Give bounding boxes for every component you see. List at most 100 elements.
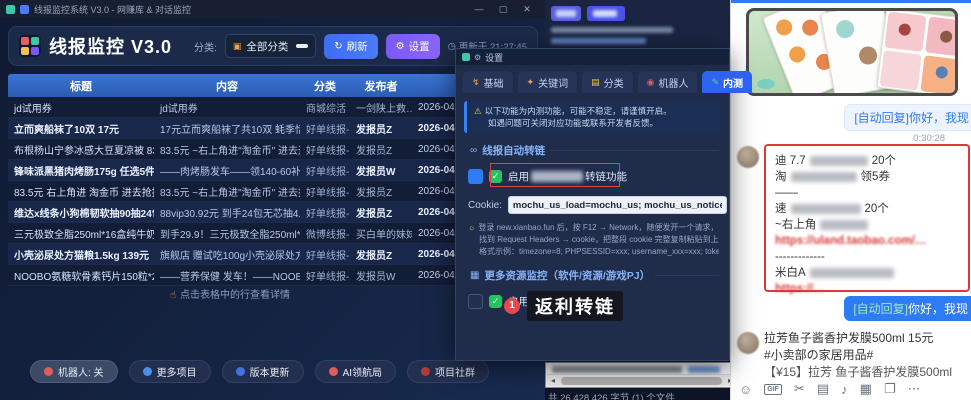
image-icon[interactable]: ▦	[860, 381, 872, 397]
table-hint: ☝点击表格中的行查看详情	[0, 286, 460, 301]
cell-title: jd试用券	[8, 100, 154, 115]
cell-publisher: 买白单的妹妹	[350, 226, 412, 241]
category-dropdown[interactable]: ▣ 全部分类	[225, 34, 316, 58]
blurred-text	[791, 172, 857, 182]
bulb-icon: ☼	[468, 223, 475, 232]
cell-category: 好单线报-…	[300, 163, 350, 178]
dialog-titlebar: ⚙ 设置	[456, 49, 729, 65]
cell-category: 好单线报-…	[300, 184, 350, 199]
beta-warning-box: ⚠以下功能为内测功能，可能不稳定，请谨慎开启。 如遇问题可关闭对应功能或联系开发…	[464, 101, 721, 133]
refresh-label: 刷新	[347, 39, 368, 54]
background-button[interactable]	[587, 6, 625, 21]
screen: 线报监控系统 V3.0 - 网赚库 & 对话监控 — ▢ ✕ 线报监控 V3.0…	[0, 0, 971, 400]
scrollbar-thumb[interactable]	[561, 377, 722, 385]
app-icon	[6, 5, 15, 14]
taobao-link[interactable]: https://uland.taobao.com/…	[775, 233, 959, 249]
robot-icon: ◉	[647, 77, 655, 88]
cell-title: 锋味派黑猪肉烤肠175g 任选5件…	[8, 163, 154, 178]
file-folder-icon[interactable]: ▤	[817, 381, 829, 397]
avatar[interactable]	[737, 332, 759, 354]
ai-pilot-button[interactable]: AI领航局	[315, 360, 396, 383]
section-rebate-link: ∞ 线报自动转链	[470, 143, 719, 158]
cell-content: 到手29.9！三元极致全脂250ml*16…	[154, 226, 300, 241]
cookie-input[interactable]	[508, 196, 727, 214]
app-title: 线报监控 V3.0	[49, 33, 172, 59]
tab-basic[interactable]: ↯基础	[463, 71, 513, 93]
cookie-label: Cookie:	[468, 200, 502, 211]
close-button[interactable]: ✕	[515, 4, 539, 15]
cell-title: 立而爽船袜了10双 17元	[8, 121, 154, 136]
tab-category[interactable]: ▤分类	[582, 71, 633, 93]
refresh-button[interactable]: ↻ 刷新	[324, 34, 377, 59]
rebate-toggle-row[interactable]: ✓ 启用 转链功能	[468, 166, 719, 186]
badge-icon	[421, 367, 430, 376]
cell-category: 好单线报-…	[300, 268, 350, 283]
robot-icon	[329, 367, 338, 376]
refresh-icon: ↻	[334, 41, 342, 52]
cell-category: 好单线报-…	[300, 205, 350, 220]
project-community-button[interactable]: 项目社群	[407, 360, 489, 383]
horizontal-scrollbar[interactable]: ◂ ▸	[547, 374, 736, 386]
minimize-button[interactable]: —	[467, 4, 491, 15]
tab-keywords[interactable]: ✦关键词	[518, 71, 578, 93]
cell-content: 88vip30.92元 到手24包无芯抽4.48…	[154, 205, 300, 220]
col-title: 标题	[8, 78, 154, 94]
pointing-hand-icon: ☝	[170, 290, 176, 301]
cell-category: 商城综活	[300, 100, 350, 115]
more-projects-button[interactable]: 更多项目	[129, 360, 211, 383]
more-icon[interactable]: ⋯	[908, 381, 921, 397]
checkbox-unchecked[interactable]	[468, 294, 483, 309]
tab-beta[interactable]: ✎内测	[702, 71, 752, 93]
blurred-text	[820, 220, 868, 230]
link-icon: ∞	[470, 145, 477, 156]
cell-title: 83.5元 右上角进 淘金币 进去抢拍 有…	[8, 184, 154, 199]
voice-icon[interactable]: ♪	[841, 382, 848, 397]
cell-publisher: 发报员W	[350, 163, 412, 178]
tag-icon: ▣	[233, 41, 242, 52]
cell-content: jd试用券	[154, 100, 300, 115]
background-button[interactable]	[551, 6, 581, 21]
blurred-text	[810, 156, 868, 166]
category-label: 分类:	[194, 39, 217, 54]
cell-category: 微博线报-…	[300, 226, 350, 241]
blue-square-icon	[468, 169, 483, 184]
category-value: 全部分类	[246, 39, 291, 54]
tab-robot[interactable]: ◉机器人	[638, 71, 698, 93]
app-logo-icon	[19, 35, 41, 57]
explorer-window: ◂ ▸	[545, 362, 738, 388]
cell-title: 小壳泌尿处方猫粮1.5kg 139元	[8, 247, 154, 262]
chat-toolbar: ☺ GIF ✂ ▤ ♪ ▦ ❐ ⋯	[739, 381, 921, 397]
cell-publisher: 一剑陕上救…	[350, 100, 412, 115]
cell-content: 17元立而爽船袜了共10双 蚝季恬肤舒适…	[154, 121, 300, 136]
settings-label: 设置	[409, 39, 430, 54]
maximize-button[interactable]: ▢	[491, 4, 515, 15]
cell-publisher: 发报员Z	[350, 205, 412, 220]
dialog-title: 设置	[485, 51, 503, 64]
gif-icon[interactable]: GIF	[764, 384, 782, 395]
screenshot-scissors-icon[interactable]: ✂	[794, 381, 805, 397]
checkbox-checked-icon[interactable]: ✓	[489, 295, 502, 308]
gear-icon: ⚙	[474, 53, 481, 62]
emoji-icon[interactable]: ☺	[739, 382, 752, 397]
window-icon[interactable]: ❐	[884, 381, 896, 397]
product-image[interactable]	[746, 8, 958, 96]
divider	[655, 275, 719, 276]
scroll-left-icon[interactable]: ◂	[547, 376, 559, 385]
cell-content: ——肉烤肠发车——领140-60补…	[154, 163, 300, 178]
decoration	[757, 79, 775, 89]
settings-button[interactable]: ⚙ 设置	[386, 34, 440, 59]
cell-content: 83.5元 ~右上角进"淘金币" 进去逛…	[154, 142, 300, 157]
cell-content: 83.5元 ~右上角进"淘金币" 进去抢…	[154, 184, 300, 199]
dialog-app-icon	[462, 53, 470, 61]
cell-title: 维达x线条小狗棉韧软抽90抽24包 …	[8, 205, 154, 220]
warning-icon: ⚠	[474, 106, 482, 116]
robot-toggle-button[interactable]: 机器人: 关	[30, 360, 118, 383]
chart-icon: ▦	[470, 270, 479, 281]
avatar[interactable]	[737, 146, 759, 168]
short-link[interactable]: https://…	[775, 281, 959, 297]
sticker-card	[876, 8, 958, 96]
version-update-button[interactable]: 版本更新	[222, 360, 304, 383]
app-icon-2	[20, 5, 29, 14]
window-title: 线报监控系统 V3.0 - 网赚库 & 对话监控	[34, 3, 191, 16]
annotation-number-badge: 1	[504, 298, 520, 314]
